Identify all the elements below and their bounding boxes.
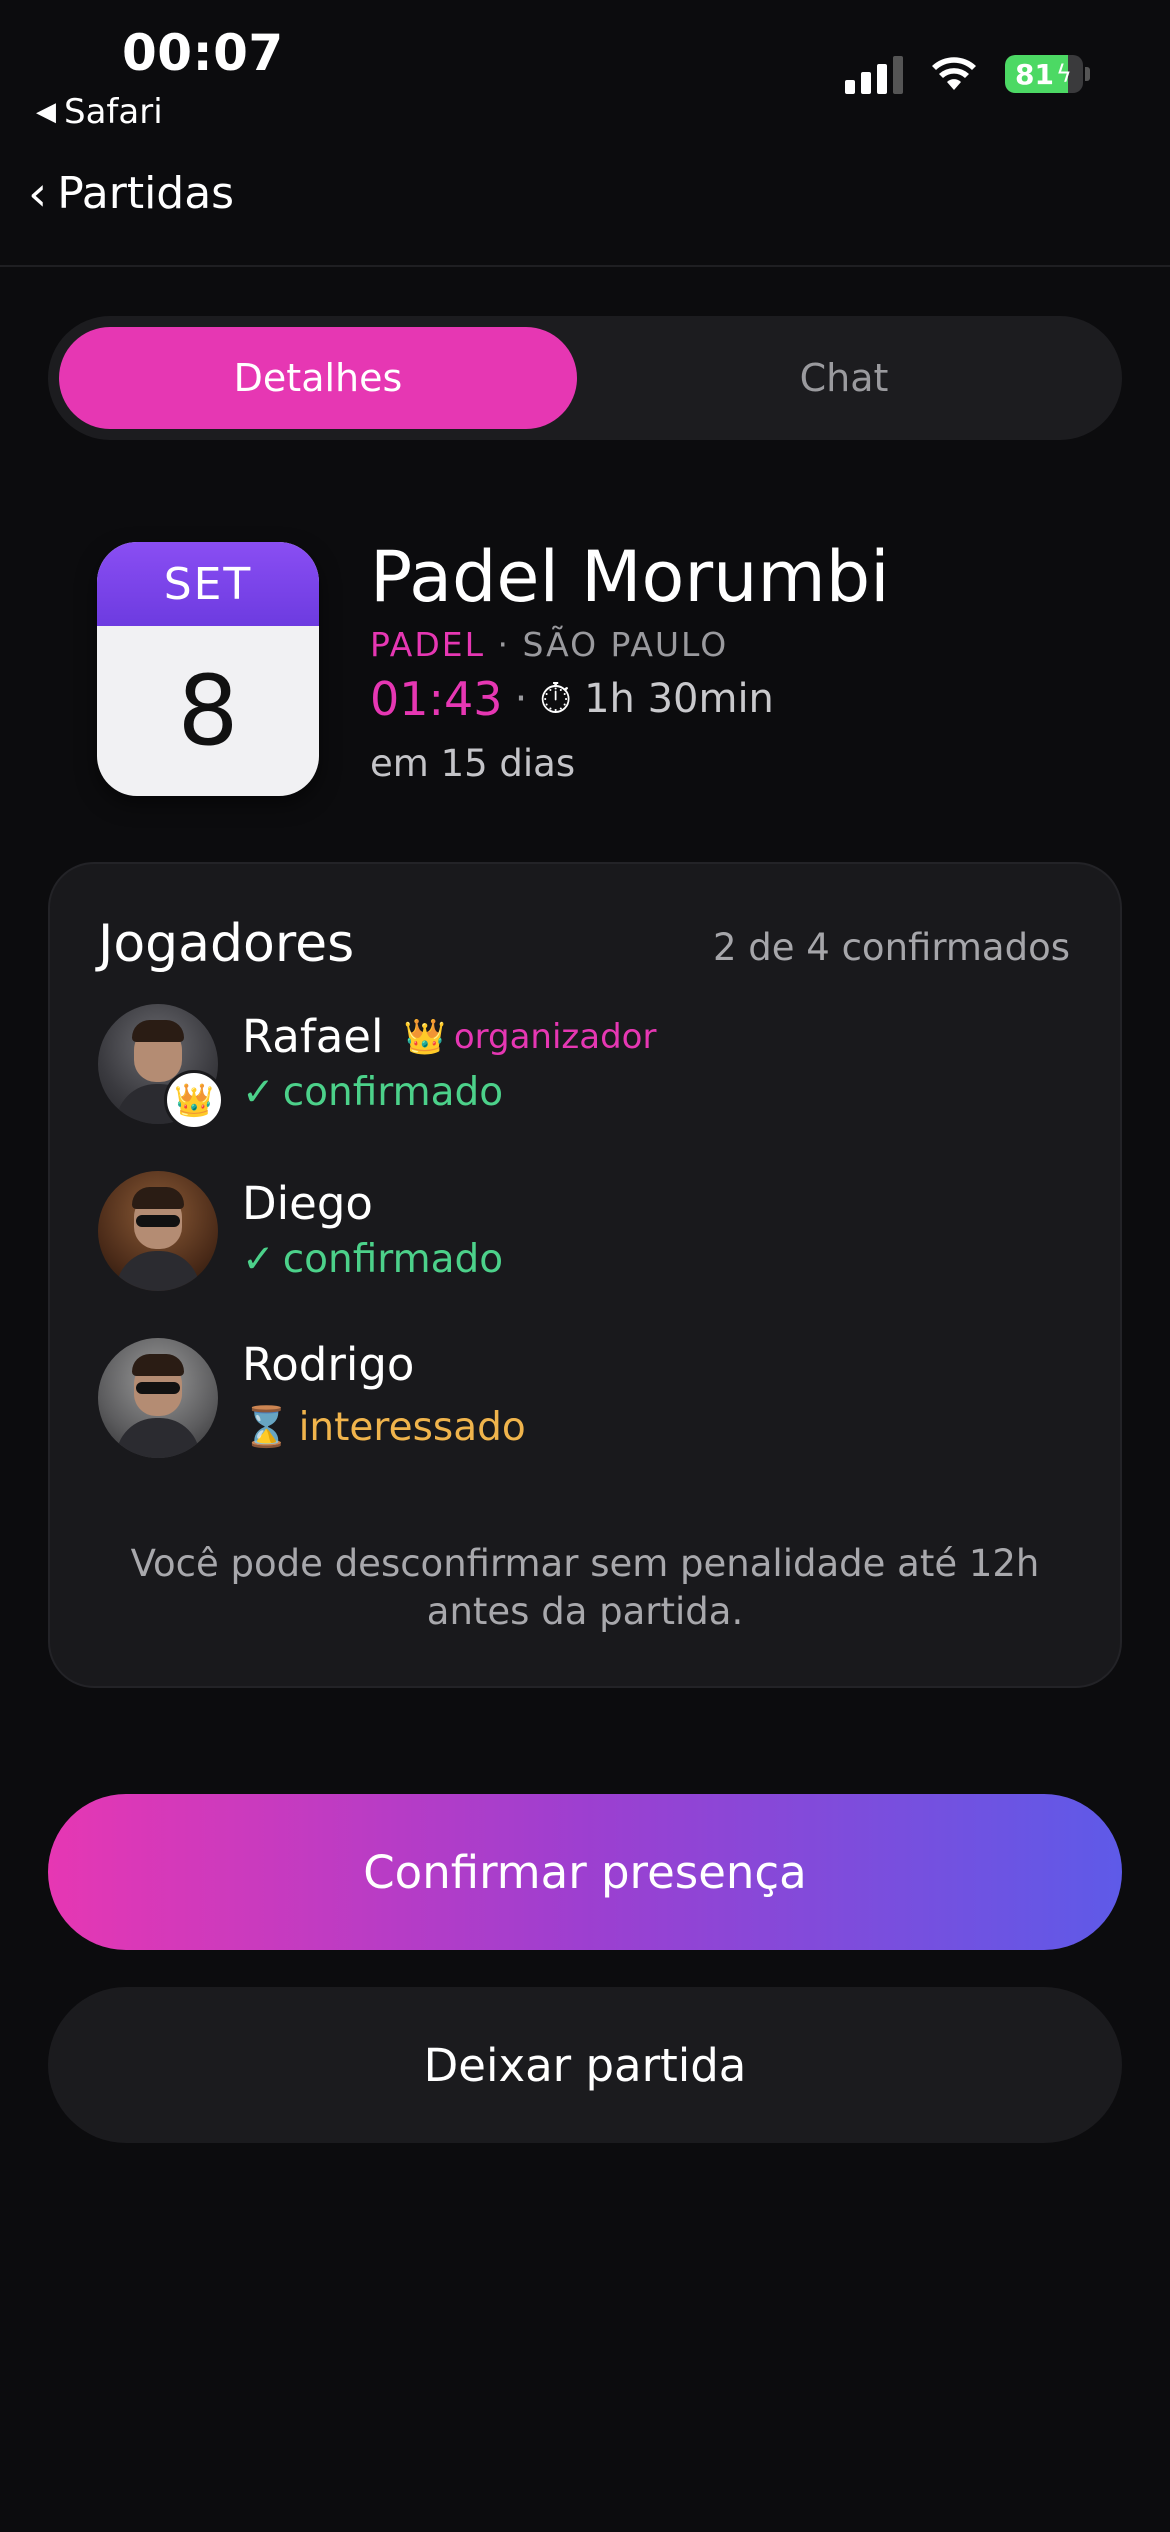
checkmark-icon: ✓ xyxy=(242,1237,275,1282)
chevron-left-icon: ‹ xyxy=(28,165,48,222)
player-name: Rafael xyxy=(242,1010,384,1063)
organizer-badge: 👑 organizador xyxy=(403,1017,656,1057)
player-name-row: Rafael 👑 organizador xyxy=(242,1010,656,1063)
back-button-label: Partidas xyxy=(57,168,235,219)
battery-icon: 81 ϟ xyxy=(1005,55,1083,93)
player-name-row: Rodrigo xyxy=(242,1338,414,1391)
organizer-label: organizador xyxy=(453,1016,657,1057)
match-sport: PADEL xyxy=(370,625,486,664)
player-status: ✓ confirmado xyxy=(242,1237,503,1282)
charging-bolt-icon: ϟ xyxy=(1055,60,1072,88)
tab-detalhes[interactable]: Detalhes xyxy=(59,327,577,429)
players-count: 2 de 4 confirmados xyxy=(712,926,1070,969)
header-divider xyxy=(0,265,1170,267)
tab-chat[interactable]: Chat xyxy=(577,327,1111,429)
wifi-icon xyxy=(932,57,976,90)
player-name: Diego xyxy=(242,1177,373,1230)
player-status: ✓ confirmado xyxy=(242,1070,503,1115)
match-duration: 1h 30min xyxy=(584,676,774,722)
player-row[interactable]: Rodrigo ⌛ interessado xyxy=(98,1338,1078,1468)
match-city: SÃO PAULO xyxy=(522,625,729,664)
match-title: Padel Morumbi xyxy=(370,536,890,618)
status-time: 00:07 xyxy=(122,24,284,82)
crown-icon: 👑 xyxy=(403,1016,446,1057)
calendar-day: 8 xyxy=(177,655,239,767)
player-name: Rodrigo xyxy=(242,1338,415,1391)
status-label: confirmado xyxy=(282,1237,504,1282)
battery-percent: 81 xyxy=(1015,57,1054,91)
time-separator: · xyxy=(514,676,528,722)
segmented-control: Detalhes Chat xyxy=(48,316,1122,440)
stopwatch-icon: ⏱ xyxy=(539,674,573,723)
players-title: Jogadores xyxy=(98,914,355,974)
status-label: interessado xyxy=(298,1404,526,1450)
status-label: confirmado xyxy=(282,1070,504,1115)
status-indicators: 81 ϟ xyxy=(845,54,1090,94)
player-status: ⌛ interessado xyxy=(242,1404,526,1451)
crown-icon: 👑 xyxy=(164,1070,224,1130)
calendar-month: SET xyxy=(97,542,319,626)
confirm-attendance-button[interactable]: Confirmar presença xyxy=(48,1794,1122,1950)
match-details-screen: 00:07 ◀ Safari 81 ϟ ‹ Partidas Detalhes … xyxy=(0,0,1170,2532)
checkmark-icon: ✓ xyxy=(242,1070,275,1115)
back-app-label: Safari xyxy=(64,92,163,132)
cancellation-note: Você pode desconfirmar sem penalidade at… xyxy=(130,1542,1040,1633)
subtitle-separator: · xyxy=(497,625,511,664)
player-name-row: Diego xyxy=(242,1177,373,1230)
leave-match-button[interactable]: Deixar partida xyxy=(48,1987,1122,2143)
match-subtitle: PADEL · SÃO PAULO xyxy=(370,625,728,664)
avatar xyxy=(98,1338,218,1458)
match-time: 01:43 xyxy=(370,672,503,726)
match-countdown: em 15 dias xyxy=(370,742,576,785)
calendar-date-icon: SET 8 xyxy=(97,542,319,796)
player-row[interactable]: Diego ✓ confirmado xyxy=(98,1171,1078,1301)
battery-cap xyxy=(1085,67,1090,81)
back-button[interactable]: ‹ Partidas xyxy=(28,168,234,219)
battery-indicator: 81 ϟ xyxy=(1005,55,1090,93)
back-to-app[interactable]: ◀ Safari xyxy=(36,92,163,132)
players-card: Jogadores 2 de 4 confirmados 👑 Rafael 👑 … xyxy=(48,862,1122,1688)
match-time-row: 01:43 · ⏱ 1h 30min xyxy=(370,672,774,726)
avatar xyxy=(98,1171,218,1291)
back-triangle-icon: ◀ xyxy=(36,97,56,127)
hourglass-icon: ⌛ xyxy=(242,1405,291,1450)
player-row[interactable]: 👑 Rafael 👑 organizador ✓ confirmado xyxy=(98,1004,1078,1134)
cellular-signal-icon xyxy=(845,54,903,94)
